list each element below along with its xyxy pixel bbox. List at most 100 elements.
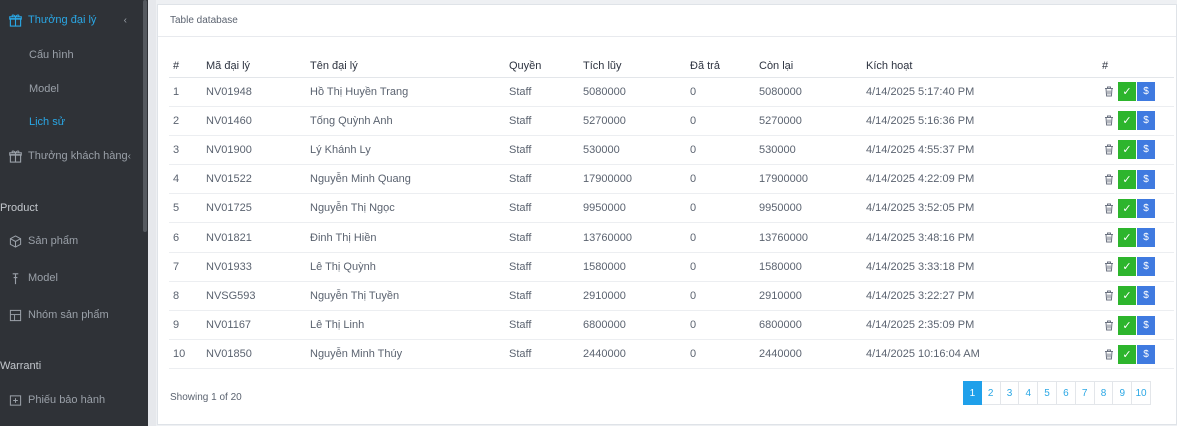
page-button-9[interactable]: 9: [1113, 381, 1133, 405]
confirm-button[interactable]: ✓: [1118, 140, 1136, 160]
cell-da-tra: 0: [690, 252, 759, 282]
column-header-con-lai[interactable]: Còn lại: [759, 55, 866, 78]
cell-con-lai: 17900000: [759, 164, 866, 195]
column-header-kich-hoat[interactable]: Kích hoạt: [866, 55, 1102, 78]
sidebar-subitem-model[interactable]: Model: [29, 83, 59, 95]
cell-con-lai: 2440000: [759, 339, 866, 370]
sidebar-item-model[interactable]: Model: [0, 267, 143, 289]
cell-quyen: Staff: [509, 193, 583, 224]
gift-icon: [8, 13, 22, 27]
sidebar: Thưởng đại lý ‹ Cấu hình Model Lịch sử T…: [0, 0, 148, 426]
cell-actions: ✓ $: [1102, 77, 1174, 107]
cell-con-lai: 1580000: [759, 252, 866, 282]
cell-index: 9: [169, 310, 206, 341]
page-button-2[interactable]: 2: [981, 381, 1001, 405]
pay-button[interactable]: $: [1137, 198, 1155, 218]
confirm-button[interactable]: ✓: [1118, 257, 1136, 277]
confirm-button[interactable]: ✓: [1118, 228, 1136, 248]
pay-button[interactable]: $: [1137, 344, 1155, 364]
pay-button[interactable]: $: [1137, 169, 1155, 189]
page-button-5[interactable]: 5: [1038, 381, 1057, 405]
confirm-button[interactable]: ✓: [1118, 286, 1136, 306]
cell-ten-dai-ly: Lê Thị Linh: [310, 310, 509, 341]
cell-kich-hoat: 4/14/2025 10:16:04 AM: [866, 339, 1102, 370]
cell-ten-dai-ly: Nguyễn Thị Tuyền: [310, 281, 509, 312]
column-header-tich-luy[interactable]: Tích lũy: [583, 55, 690, 78]
cell-con-lai: 5270000: [759, 106, 866, 136]
pay-button[interactable]: $: [1137, 82, 1155, 102]
column-header-da-tra[interactable]: Đã trả: [690, 55, 759, 78]
pay-button[interactable]: $: [1137, 111, 1155, 131]
table-row: 4 NV01522 Nguyễn Minh Quang Staff 17900000 0 1…: [169, 164, 1174, 195]
column-header-index[interactable]: #: [169, 55, 206, 78]
trash-icon[interactable]: [1102, 201, 1116, 215]
sidebar-scrollbar[interactable]: [143, 0, 147, 232]
page-button-7[interactable]: 7: [1075, 381, 1095, 405]
page-button-8[interactable]: 8: [1094, 381, 1114, 405]
cell-quyen: Staff: [509, 252, 583, 282]
table-row: 10 NV01850 Nguyễn Minh Thúy Staff 2440000 0 24…: [169, 339, 1174, 370]
trash-icon[interactable]: [1102, 143, 1116, 157]
cell-ma-dai-ly: NV01933: [206, 252, 310, 282]
sidebar-item-thuong-dai-ly[interactable]: Thưởng đại lý ‹: [0, 9, 143, 31]
confirm-button[interactable]: ✓: [1118, 198, 1136, 218]
sidebar-item-san-pham[interactable]: Sản phẩm: [0, 230, 143, 252]
trash-icon[interactable]: [1102, 231, 1116, 245]
table-row: 1 NV01948 Hồ Thị Huyền Trang Staff 5080000 0 5…: [169, 77, 1174, 107]
confirm-button[interactable]: ✓: [1118, 169, 1136, 189]
cell-da-tra: 0: [690, 164, 759, 195]
confirm-button[interactable]: ✓: [1118, 344, 1136, 364]
cell-kich-hoat: 4/14/2025 2:35:09 PM: [866, 310, 1102, 341]
confirm-button[interactable]: ✓: [1118, 111, 1136, 131]
column-header-quyen[interactable]: Quyền: [509, 55, 583, 78]
table-row: 5 NV01725 Nguyễn Thị Ngọc Staff 9950000 0 9950…: [169, 193, 1174, 224]
pay-button[interactable]: $: [1137, 228, 1155, 248]
card-title: Table database: [158, 5, 1176, 37]
cell-con-lai: 6800000: [759, 310, 866, 341]
trash-icon[interactable]: [1102, 347, 1116, 361]
cube-icon: [8, 234, 22, 248]
sidebar-subitem-lich-su[interactable]: Lịch sử: [29, 116, 65, 128]
chevron-left-icon: ‹: [127, 150, 131, 162]
cell-ma-dai-ly: NV01850: [206, 339, 310, 370]
pay-button[interactable]: $: [1137, 140, 1155, 160]
pay-button[interactable]: $: [1137, 286, 1155, 306]
cell-index: 6: [169, 222, 206, 253]
page-button-3[interactable]: 3: [1000, 381, 1020, 405]
cell-tich-luy: 1580000: [583, 252, 690, 282]
cell-ten-dai-ly: Hồ Thị Huyền Trang: [310, 77, 509, 107]
confirm-button[interactable]: ✓: [1118, 82, 1136, 102]
cell-da-tra: 0: [690, 193, 759, 224]
cell-ten-dai-ly: Nguyễn Minh Quang: [310, 164, 509, 195]
trash-icon[interactable]: [1102, 289, 1116, 303]
cell-kich-hoat: 4/14/2025 5:17:40 PM: [866, 77, 1102, 107]
cell-actions: ✓ $: [1102, 164, 1174, 195]
pay-button[interactable]: $: [1137, 315, 1155, 335]
trash-icon[interactable]: [1102, 318, 1116, 332]
confirm-button[interactable]: ✓: [1118, 315, 1136, 335]
trash-icon[interactable]: [1102, 85, 1116, 99]
column-header-ma-dai-ly[interactable]: Mã đại lý: [206, 55, 310, 78]
sidebar-item-nhom-san-pham[interactable]: Nhóm sản phẩm: [0, 304, 143, 326]
cell-con-lai: 5080000: [759, 77, 866, 107]
chevron-left-icon: ‹: [123, 14, 127, 26]
trash-icon[interactable]: [1102, 260, 1116, 274]
row-actions: ✓ $: [1102, 198, 1174, 218]
page-button-6[interactable]: 6: [1056, 381, 1076, 405]
row-actions: ✓ $: [1102, 228, 1174, 248]
pay-button[interactable]: $: [1137, 257, 1155, 277]
sidebar-item-thuong-khach-hang[interactable]: Thưởng khách hàng ‹: [0, 145, 143, 167]
trash-icon[interactable]: [1102, 114, 1116, 128]
sidebar-item-phieu-bao-hanh[interactable]: Phiếu bảo hành: [0, 389, 143, 411]
cell-ma-dai-ly: NV01167: [206, 310, 310, 341]
page-button-4[interactable]: 4: [1019, 381, 1039, 405]
cell-ten-dai-ly: Lê Thị Quỳnh: [310, 252, 509, 282]
sidebar-subitem-cau-hinh[interactable]: Cấu hình: [29, 49, 74, 61]
cell-kich-hoat: 4/14/2025 4:55:37 PM: [866, 135, 1102, 166]
column-header-ten-dai-ly[interactable]: Tên đại lý: [310, 55, 509, 78]
trash-icon[interactable]: [1102, 172, 1116, 186]
cell-con-lai: 530000: [759, 135, 866, 166]
page-button-10[interactable]: 10: [1132, 381, 1151, 405]
cell-kich-hoat: 4/14/2025 3:22:27 PM: [866, 281, 1102, 312]
page-button-1[interactable]: 1: [963, 381, 982, 405]
